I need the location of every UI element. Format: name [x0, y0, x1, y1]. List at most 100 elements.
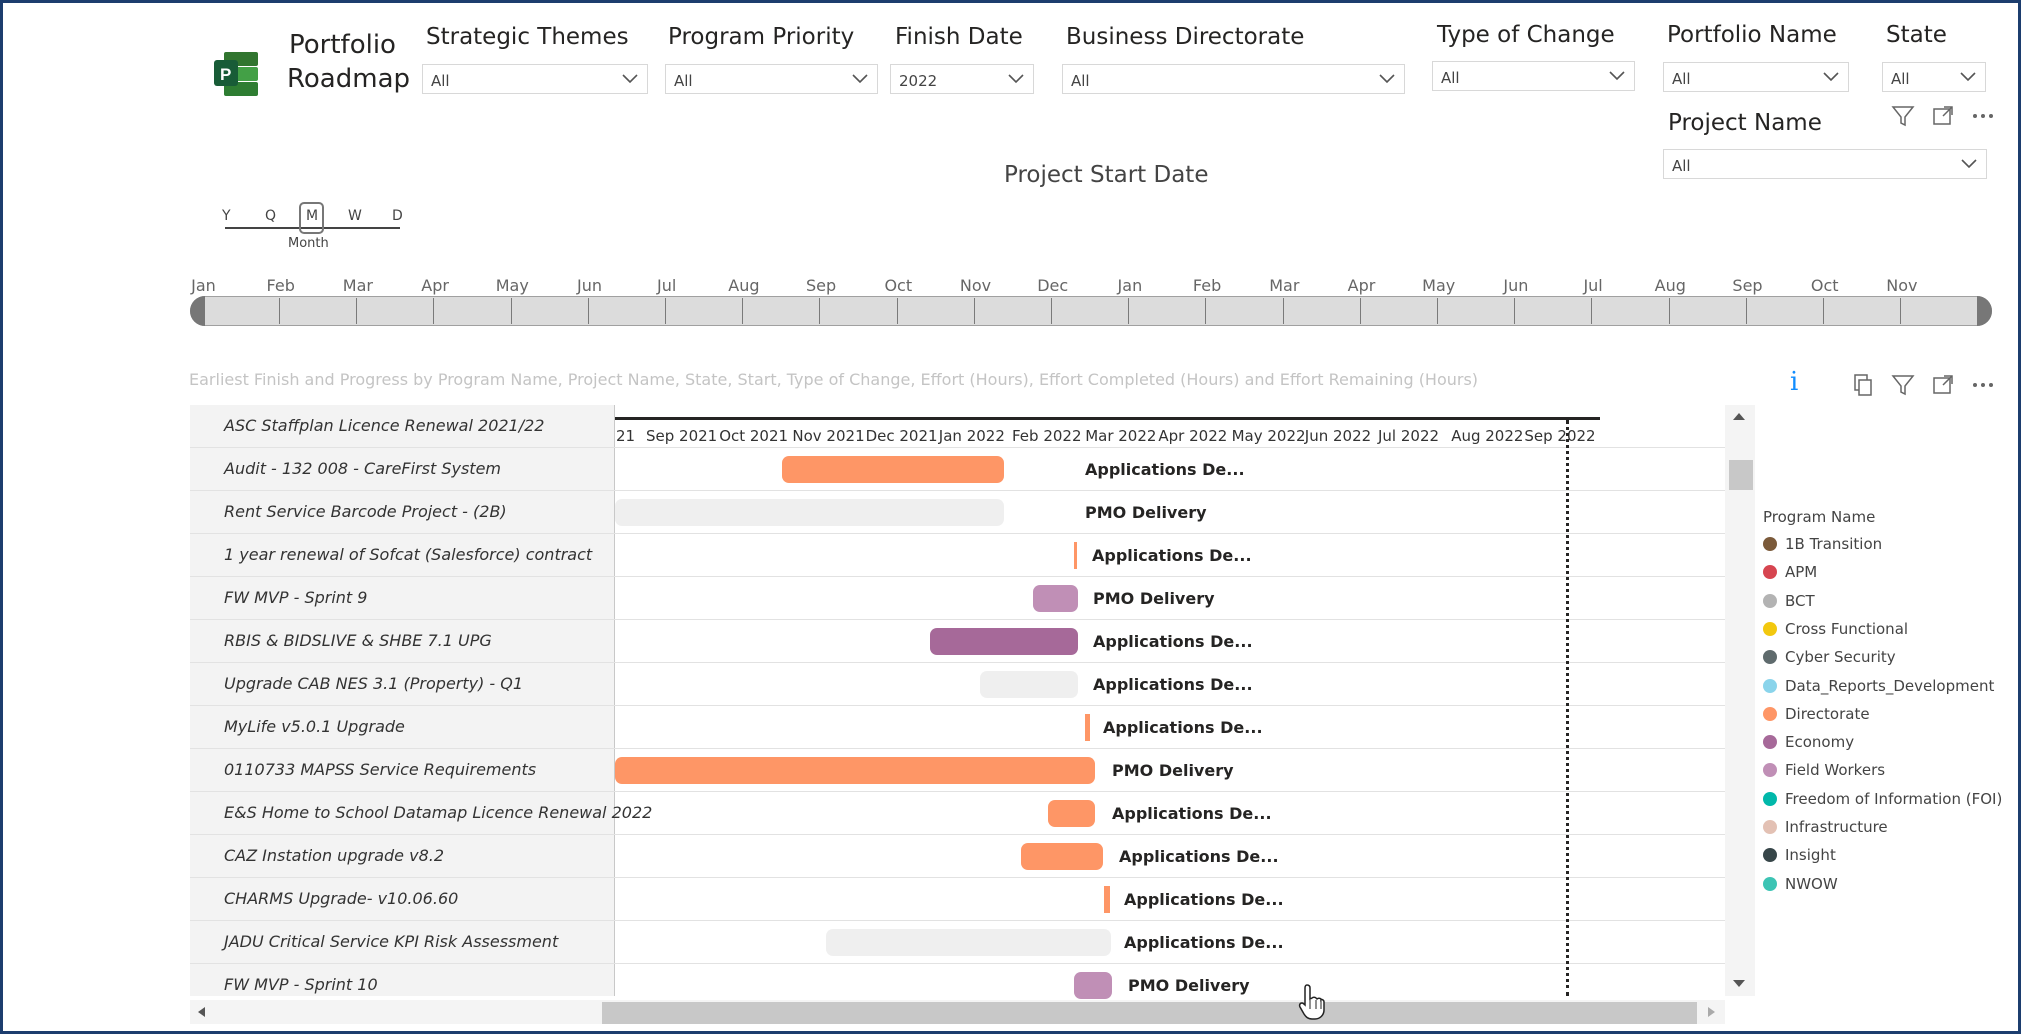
timeline-month-cell[interactable] [819, 298, 821, 324]
project-name-dropdown[interactable]: All [1663, 149, 1987, 179]
horizontal-scrollbar[interactable] [190, 1000, 1725, 1024]
timeline-month-cell[interactable] [279, 298, 280, 324]
vertical-scroll-thumb[interactable] [1729, 460, 1753, 490]
finish-date-dropdown[interactable]: 2022 [890, 64, 1034, 94]
timeline-month-cell[interactable] [1205, 298, 1207, 324]
scroll-up-icon[interactable] [1732, 411, 1746, 421]
legend-item[interactable]: NWOW [1763, 875, 1838, 893]
timeline-month-cell[interactable] [587, 298, 589, 324]
gantt-bar[interactable] [1104, 886, 1110, 913]
table-row[interactable]: MyLife v5.0.1 Upgrade Applications De... [190, 706, 1725, 749]
table-row[interactable]: JADU Critical Service KPI Risk Assessmen… [190, 921, 1725, 964]
gantt-bar[interactable] [1085, 714, 1090, 741]
program-priority-dropdown[interactable]: All [665, 64, 878, 94]
table-row[interactable]: 1 year renewal of Sofcat (Salesforce) co… [190, 534, 1725, 577]
granularity-quarter[interactable]: Q [265, 208, 276, 224]
timeline-month-cell[interactable] [1668, 298, 1670, 324]
focus-mode-icon[interactable] [1931, 373, 1955, 397]
timeline-month-cell[interactable] [1282, 298, 1284, 324]
table-row[interactable]: RBIS & BIDSLIVE & SHBE 7.1 UPG Applicatio… [190, 620, 1725, 663]
granularity-day[interactable]: D [392, 208, 403, 224]
timeline-month-cell[interactable] [1591, 298, 1593, 324]
copy-visual-icon[interactable] [1851, 373, 1875, 397]
legend-item[interactable]: BCT [1763, 592, 1815, 610]
legend-item[interactable]: Economy [1763, 733, 1854, 751]
legend-item[interactable]: Insight [1763, 846, 1836, 864]
more-options-icon[interactable] [1971, 104, 1995, 128]
task-name: 1 year renewal of Sofcat (Salesforce) co… [224, 545, 593, 564]
timeline-month-cell[interactable] [510, 298, 512, 324]
horizontal-scroll-thumb[interactable] [602, 1002, 1697, 1024]
legend-item[interactable]: Infrastructure [1763, 818, 1888, 836]
gantt-bar[interactable] [1074, 542, 1077, 569]
gantt-bar[interactable] [930, 628, 1078, 655]
timeline-month-cell[interactable] [1823, 298, 1824, 324]
timeline-month-cell[interactable] [1745, 298, 1747, 324]
table-row[interactable]: 0110733 MAPSS Service Requirements PMO De… [190, 749, 1725, 792]
legend-item[interactable]: Directorate [1763, 705, 1870, 723]
task-name: Rent Service Barcode Project - (2B) [224, 502, 507, 521]
task-name: Audit - 132 008 - CareFirst System [224, 459, 501, 478]
granularity-week[interactable]: W [348, 208, 362, 224]
scroll-right-icon[interactable] [1707, 1006, 1717, 1018]
finish-date-slicer-title: Finish Date [895, 24, 1023, 50]
gantt-bar[interactable] [782, 456, 1004, 483]
strategic-themes-dropdown[interactable]: All [422, 64, 648, 94]
gantt-bar[interactable] [980, 671, 1078, 698]
timeline-month-cell[interactable] [896, 298, 898, 324]
filter-icon[interactable] [1891, 373, 1915, 397]
vertical-scrollbar[interactable] [1725, 405, 1755, 996]
timeline-month-cell[interactable] [356, 298, 358, 324]
table-row[interactable]: FW MVP - Sprint 9 PMO Delivery [190, 577, 1725, 620]
state-dropdown[interactable]: All [1882, 62, 1986, 92]
scroll-left-icon[interactable] [196, 1006, 206, 1018]
table-row[interactable]: Audit - 132 008 - CareFirst System Applic… [190, 448, 1725, 491]
timeline-month-cell[interactable] [973, 298, 975, 324]
legend-item[interactable]: APM [1763, 563, 1817, 581]
timeline-month-cell[interactable] [665, 298, 666, 324]
granularity-year[interactable]: Y [222, 208, 231, 224]
gantt-bar[interactable] [615, 499, 1004, 526]
gantt-bar[interactable] [1033, 585, 1078, 612]
timeline-range-track[interactable] [190, 296, 1992, 326]
type-of-change-dropdown[interactable]: All [1432, 61, 1635, 91]
timeline-month-cell[interactable] [1437, 298, 1438, 324]
legend-item[interactable]: Cross Functional [1763, 620, 1908, 638]
timeline-month-label: Feb [266, 276, 295, 295]
granularity-selector[interactable]: Y Q M W D Month [222, 200, 403, 251]
timeline-month-cell[interactable] [1900, 298, 1902, 324]
legend-item[interactable]: Cyber Security [1763, 648, 1896, 666]
scroll-down-icon[interactable] [1732, 979, 1746, 989]
table-row[interactable]: E&S Home to School Datamap Licence Renew… [190, 792, 1725, 835]
gantt-bar[interactable] [615, 757, 1095, 784]
timeline-month-cell[interactable] [1514, 298, 1516, 324]
gantt-bar-label: Applications De... [1093, 632, 1253, 651]
timeline-month-cell[interactable] [742, 298, 744, 324]
timeline-month-label: Jun [577, 276, 602, 295]
table-row[interactable]: CAZ Instation upgrade v8.2 Applications D… [190, 835, 1725, 878]
focus-mode-icon[interactable] [1931, 104, 1955, 128]
timeline-month-cell[interactable] [1359, 298, 1361, 324]
legend-item[interactable]: 1B Transition [1763, 535, 1882, 553]
timeline-month-cell[interactable] [433, 298, 435, 324]
filter-icon[interactable] [1891, 104, 1915, 128]
gantt-bar[interactable] [1048, 800, 1095, 827]
legend-item[interactable]: Freedom of Information (FOI) [1763, 790, 2002, 808]
legend-item[interactable]: Data_Reports_Development [1763, 677, 1994, 695]
timeline-month-cell[interactable] [1128, 298, 1130, 324]
gantt-bar[interactable] [826, 929, 1111, 956]
more-options-icon[interactable] [1971, 373, 1995, 397]
timeline-month-cell[interactable] [1051, 298, 1052, 324]
axis-tick-label: Jan 2022 [938, 427, 1005, 445]
portfolio-name-dropdown[interactable]: All [1663, 62, 1849, 92]
table-row[interactable]: CHARMS Upgrade- v10.06.60 Applications De… [190, 878, 1725, 921]
gantt-bar[interactable] [1021, 843, 1103, 870]
table-row[interactable]: Rent Service Barcode Project - (2B) PMO D… [190, 491, 1725, 534]
granularity-month[interactable]: M [306, 208, 318, 224]
business-directorate-dropdown[interactable]: All [1062, 64, 1405, 94]
legend-color-dot [1763, 848, 1777, 863]
info-icon[interactable]: i [1790, 367, 1798, 397]
legend-item[interactable]: Field Workers [1763, 761, 1885, 779]
table-row[interactable]: Upgrade CAB NES 3.1 (Property) - Q1 Appli… [190, 663, 1725, 706]
gantt-bar[interactable] [1074, 972, 1112, 999]
